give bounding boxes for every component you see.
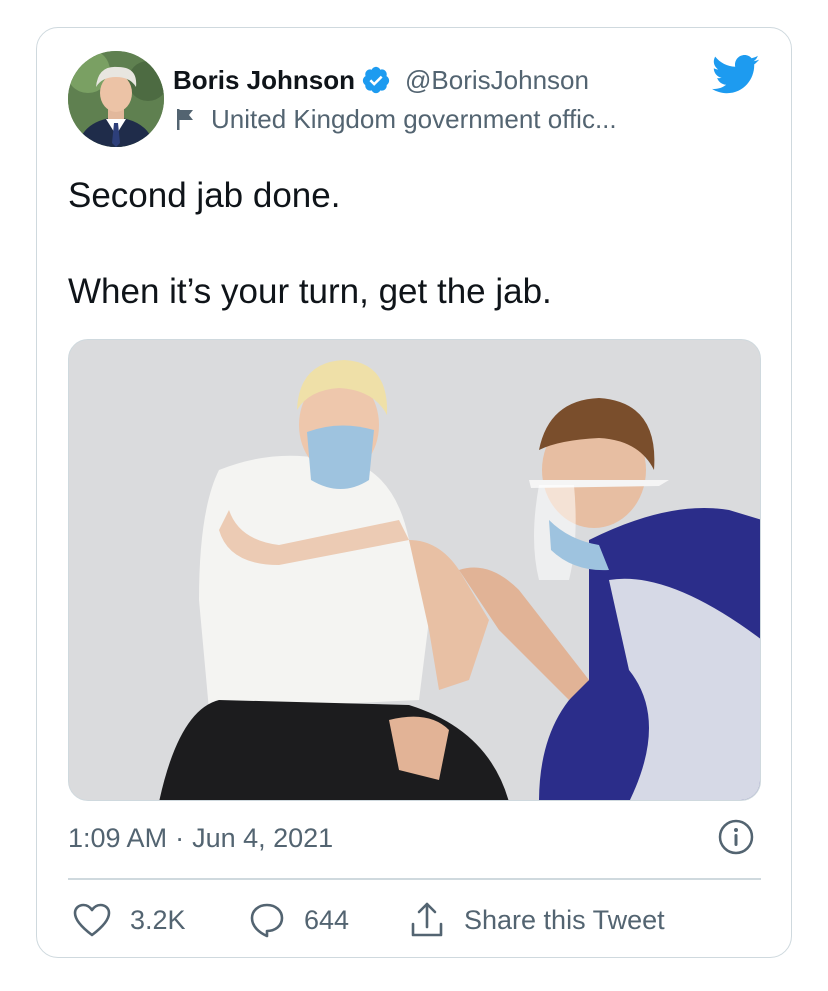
like-count: 3.2K <box>130 904 186 935</box>
share-button[interactable]: Share this Tweet <box>408 898 665 942</box>
display-name[interactable]: Boris Johnson <box>173 65 355 96</box>
tweet-text-line: When it’s your turn, get the jab. <box>68 272 552 311</box>
reply-button[interactable]: 644 <box>248 898 349 942</box>
author-name-row: Boris Johnson @BorisJohnson <box>173 60 589 100</box>
share-icon <box>411 902 443 937</box>
info-icon[interactable] <box>717 818 755 856</box>
flag-icon <box>175 107 197 131</box>
like-button[interactable]: 3.2K <box>72 898 186 942</box>
avatar[interactable] <box>68 51 164 147</box>
tweet-text: Second jab done. When it’s your turn, ge… <box>68 172 552 316</box>
heart-icon <box>73 903 111 937</box>
tweet-date: Jun 4, 2021 <box>192 822 334 853</box>
affiliation-label[interactable]: United Kingdom government offic... <box>211 104 617 135</box>
divider <box>68 878 761 880</box>
verified-badge-icon <box>361 65 391 95</box>
tweet-timestamp[interactable]: 1:09 AM · Jun 4, 2021 <box>68 818 333 858</box>
affiliation-row: United Kingdom government offic... <box>175 100 617 138</box>
reply-count: 644 <box>304 904 350 935</box>
twitter-bird-icon[interactable] <box>711 55 760 95</box>
tweet-text-line: Second jab done. <box>68 176 341 215</box>
handle[interactable]: @BorisJohnson <box>405 65 589 96</box>
meta-separator: · <box>175 822 185 853</box>
reply-bubble-icon <box>250 903 284 938</box>
tweet-time: 1:09 AM <box>68 822 168 853</box>
share-label: Share this Tweet <box>464 904 665 935</box>
tweet-photo[interactable] <box>68 339 761 801</box>
